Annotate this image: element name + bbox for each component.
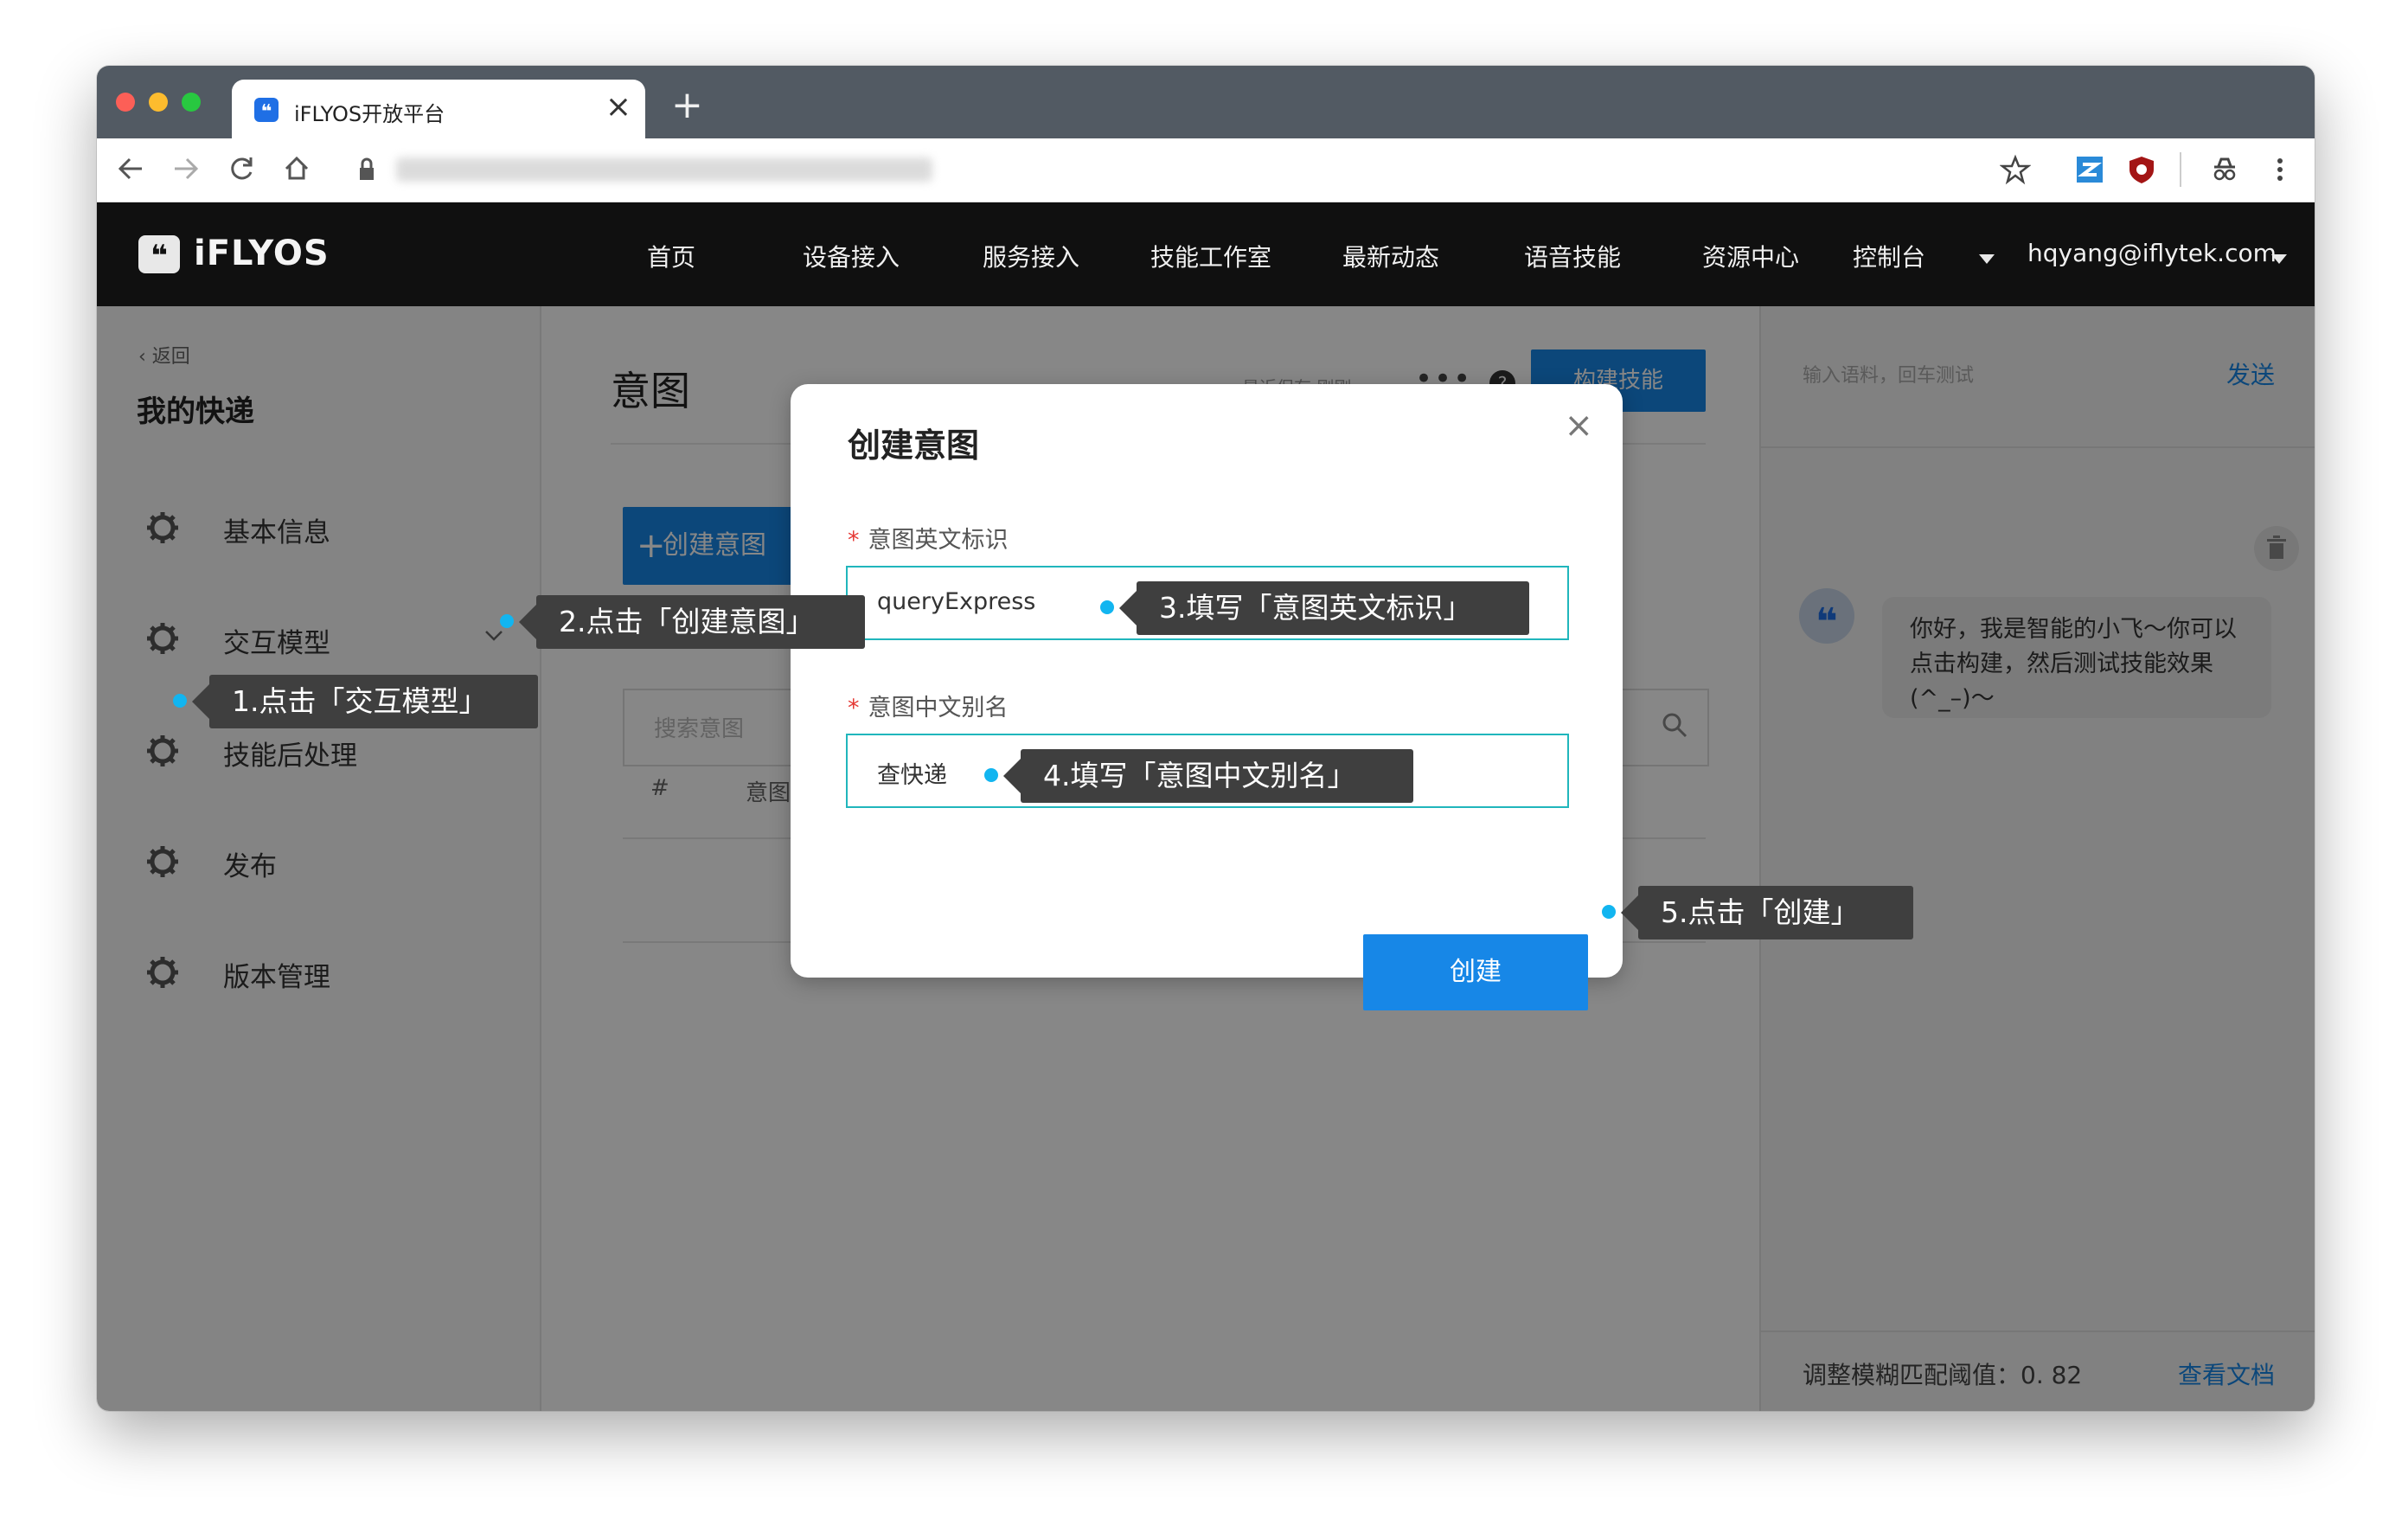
minimize-window-button[interactable] — [149, 93, 168, 112]
modal-title: 创建意图 — [848, 426, 980, 465]
nav-console[interactable]: 控制台 — [1853, 239, 1925, 273]
url-text-blurred[interactable] — [396, 157, 932, 182]
step5-callout: 5.点击「创建」 — [1621, 886, 1913, 939]
create-intent-modal: 创建意图 × * 意图英文标识 queryExpress * 意图中文别名 查快递 … — [791, 384, 1623, 1010]
new-tab-button[interactable]: + — [671, 85, 703, 126]
address-bar — [97, 138, 2315, 202]
reload-icon[interactable] — [227, 147, 256, 201]
home-icon[interactable] — [282, 147, 311, 201]
input-value: 查快递 — [877, 762, 947, 789]
zoom-window-button[interactable] — [182, 93, 201, 112]
input-value: queryExpress — [877, 588, 1036, 615]
step3-callout: 3.填写「意图英文标识」 — [1119, 581, 1529, 635]
step4-dot — [984, 768, 998, 782]
nav-studio[interactable]: 技能工作室 — [1150, 239, 1271, 273]
forward-arrow-icon[interactable] — [171, 147, 201, 201]
console-chevron-down-icon[interactable] — [1977, 244, 1996, 273]
nav-device[interactable]: 设备接入 — [803, 239, 900, 273]
favicon-icon: ❝ — [254, 98, 279, 123]
toolbar-divider — [2180, 152, 2181, 187]
app-header: ❝ iFLYOS 首页 设备接入 服务接入 技能工作室 最新动态 语音技能 资源… — [97, 202, 2315, 306]
more-vert-icon[interactable] — [2264, 154, 2296, 185]
nav-service[interactable]: 服务接入 — [983, 239, 1079, 273]
step4-callout: 4.填写「意图中文别名」 — [1003, 749, 1413, 803]
required-mark: * — [848, 527, 860, 554]
step3-dot — [1100, 600, 1114, 614]
close-icon[interactable]: × — [1564, 407, 1593, 445]
field-label-english-id: * 意图英文标识 — [848, 527, 1009, 554]
nav-voice-skill[interactable]: 语音技能 — [1524, 239, 1621, 273]
create-button[interactable]: 创建 — [1363, 934, 1588, 1010]
tab-title: iFLYOS开放平台 — [294, 102, 445, 126]
nav-home[interactable]: 首页 — [647, 239, 695, 273]
step1-dot — [173, 694, 187, 708]
lock-icon — [356, 149, 377, 201]
incognito-icon[interactable] — [2209, 154, 2240, 185]
user-email[interactable]: hqyang@iflytek.com — [2027, 239, 2277, 267]
user-chevron-down-icon[interactable] — [2270, 244, 2289, 273]
star-icon[interactable] — [1999, 154, 2032, 185]
shield-extension-icon[interactable] — [2126, 154, 2157, 185]
logo-text[interactable]: iFLYOS — [194, 234, 330, 273]
back-arrow-icon[interactable] — [116, 147, 145, 201]
step2-callout: 2.点击「创建意图」 — [519, 595, 865, 649]
step2-dot — [500, 614, 514, 628]
close-window-button[interactable] — [116, 93, 135, 112]
browser-tab[interactable]: ❝ iFLYOS开放平台 × — [232, 80, 645, 138]
required-mark: * — [848, 695, 860, 721]
extension-icon[interactable] — [2074, 154, 2105, 185]
nav-resources[interactable]: 资源中心 — [1702, 239, 1799, 273]
tab-strip: ❝ iFLYOS开放平台 × + — [97, 66, 2315, 138]
logo-icon: ❝ — [138, 235, 180, 273]
tab-close-icon[interactable]: × — [605, 90, 631, 125]
nav-news[interactable]: 最新动态 — [1342, 239, 1439, 273]
step1-callout: 1.点击「交互模型」 — [192, 675, 538, 728]
step5-dot — [1602, 905, 1616, 919]
browser-window: ❝ iFLYOS开放平台 × + ❝ iFLYOS 首页 设备接入 服务接入 技… — [97, 66, 2315, 1411]
field-label-chinese-alias: * 意图中文别名 — [848, 695, 1009, 721]
